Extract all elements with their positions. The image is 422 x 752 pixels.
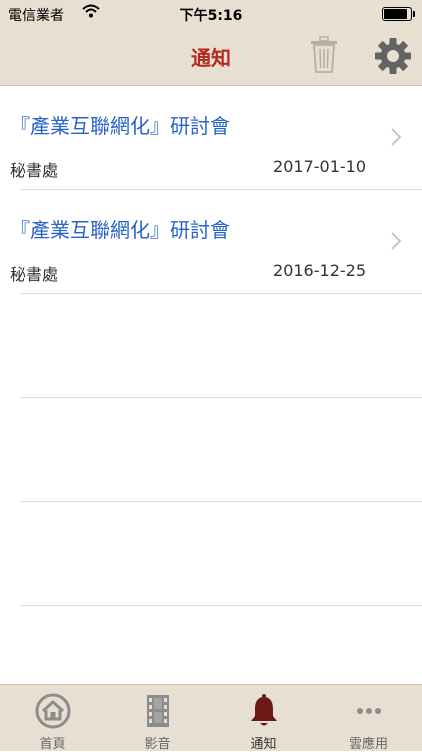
page-title: 通知 (191, 46, 231, 70)
divider (20, 501, 422, 502)
home-icon (35, 693, 70, 729)
divider (20, 397, 422, 398)
tab-notifications[interactable]: 通知 (211, 685, 316, 752)
trash-icon[interactable] (309, 36, 339, 74)
tab-video[interactable]: 影音 (105, 685, 210, 752)
notification-title: 『產業互聯網化』研討會 (10, 218, 230, 242)
battery-icon (382, 7, 415, 21)
tab-cloud-apps[interactable]: 雲應用 (316, 685, 421, 752)
divider (20, 293, 422, 294)
notification-date: 2017-01-10 (273, 157, 366, 176)
tab-notifications-label: 通知 (250, 737, 277, 752)
notification-sender: 秘書處 (10, 161, 59, 180)
notification-sender: 秘書處 (10, 265, 59, 284)
navigation-bar: 通知 (0, 28, 422, 86)
film-icon (146, 695, 169, 727)
battery-level (384, 9, 407, 19)
status-time: 下午5:16 (179, 8, 243, 24)
notification-row[interactable]: 『產業互聯網化』研討會 秘書處 2017-01-10 (0, 86, 422, 190)
more-icon (356, 708, 381, 714)
notification-list: 『產業互聯網化』研討會 秘書處 2017-01-10 『產業互聯網化』研討會 秘… (0, 86, 422, 606)
bell-icon (250, 694, 277, 726)
notification-title: 『產業互聯網化』研討會 (10, 114, 230, 138)
notification-row[interactable]: 『產業互聯網化』研討會 秘書處 2016-12-25 (0, 190, 422, 294)
gear-icon[interactable] (374, 37, 412, 75)
tab-home-label: 首頁 (39, 737, 66, 752)
divider (20, 605, 422, 606)
chevron-right-icon (391, 232, 402, 250)
tab-home[interactable]: 首頁 (0, 685, 105, 752)
notification-date: 2016-12-25 (273, 261, 366, 280)
tab-cloud-apps-label: 雲應用 (348, 737, 388, 752)
tab-bar: 首頁 影音 通知 雲應用 (0, 684, 422, 752)
chevron-right-icon (391, 128, 402, 146)
tab-video-label: 影音 (144, 737, 171, 752)
status-bar: 電信業者 下午5:16 (0, 0, 422, 28)
